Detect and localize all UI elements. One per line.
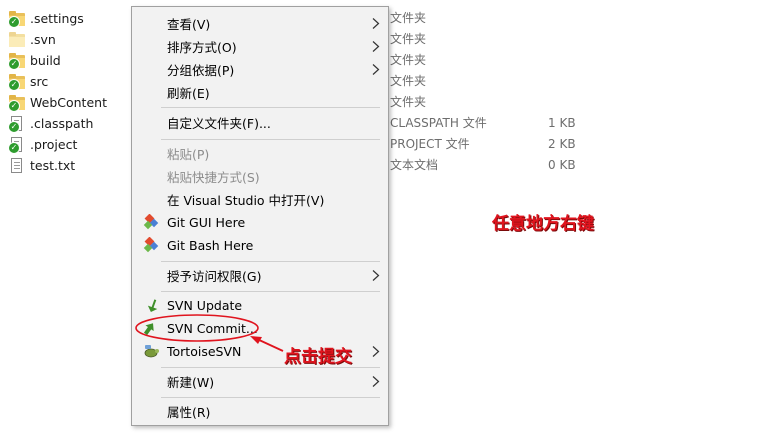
highlight-circle [135, 314, 259, 342]
annotation-right-click-anywhere: 任意地方右键 [492, 214, 594, 234]
annotation-click-commit: 点击提交 [284, 347, 352, 367]
annotation-arrow [250, 336, 284, 352]
annotation-overlay [135, 314, 284, 352]
